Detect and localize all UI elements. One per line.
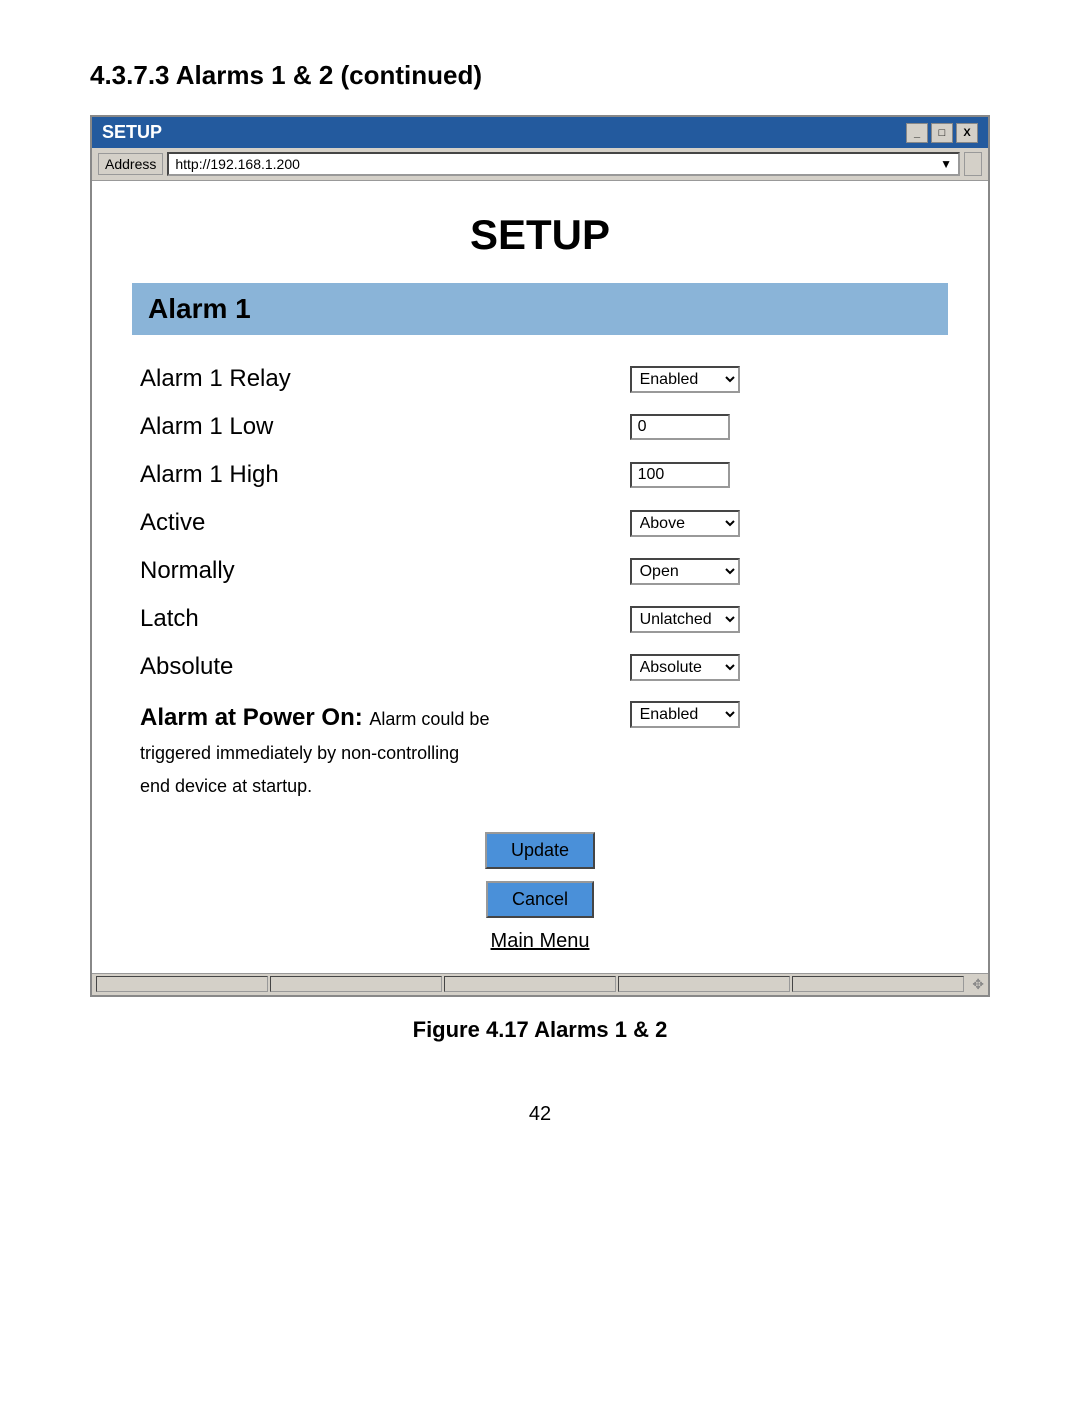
field-label: Alarm 1 Low [132,403,622,451]
titlebar-controls: _ □ X [906,123,978,143]
address-value: http://192.168.1.200 [175,156,300,172]
normally-select[interactable]: Open Closed [630,558,740,585]
cancel-button[interactable]: Cancel [486,881,594,918]
field-control [622,403,948,451]
browser-window: SETUP _ □ X Address http://192.168.1.200… [90,115,990,997]
browser-title: SETUP [102,122,162,143]
alarm-power-on-bold: Alarm at Power On: [140,704,363,731]
active-select[interactable]: Above Below [630,510,740,537]
field-label: Latch [132,595,622,643]
browser-statusbar: ✥ [92,973,988,995]
field-label: Absolute [132,643,622,691]
status-segment-2 [270,976,442,992]
close-button[interactable]: X [956,123,978,143]
field-label: Normally [132,547,622,595]
page-number: 42 [90,1103,990,1126]
field-control: Above Below [622,499,948,547]
absolute-select[interactable]: Absolute Relative [630,654,740,681]
alarm1-low-input[interactable] [630,414,730,440]
alarm1-high-input[interactable] [630,462,730,488]
page-container: 4.3.7.3 Alarms 1 & 2 (continued) SETUP _… [90,60,990,1126]
field-label: Active [132,499,622,547]
field-control [622,451,948,499]
field-label: Alarm 1 Relay [132,355,622,403]
table-row: Latch Unlatched Latched [132,595,948,643]
table-row: Absolute Absolute Relative [132,643,948,691]
status-segment-3 [444,976,616,992]
form-table: Alarm 1 Relay Enabled Disabled Alarm 1 L… [132,355,948,812]
status-segment-5 [792,976,964,992]
section-heading: 4.3.7.3 Alarms 1 & 2 (continued) [90,60,990,91]
update-button[interactable]: Update [485,832,595,869]
latch-select[interactable]: Unlatched Latched [630,606,740,633]
browser-content: SETUP Alarm 1 Alarm 1 Relay Enabled Disa… [92,181,988,973]
status-segment-1 [96,976,268,992]
alarm-power-on-label: Alarm at Power On: Alarm could betrigger… [132,691,622,812]
page-title: SETUP [132,211,948,259]
table-row: Alarm 1 Relay Enabled Disabled [132,355,948,403]
toolbar-scrollbar [964,152,982,176]
main-menu-link[interactable]: Main Menu [491,930,590,953]
maximize-button[interactable]: □ [931,123,953,143]
field-label: Alarm 1 High [132,451,622,499]
table-row: Normally Open Closed [132,547,948,595]
table-row: Alarm 1 Low [132,403,948,451]
table-row: Alarm at Power On: Alarm could betrigger… [132,691,948,812]
alarm-power-on-control: Enabled Disabled [622,691,948,812]
field-control: Absolute Relative [622,643,948,691]
field-control: Enabled Disabled [622,355,948,403]
browser-toolbar: Address http://192.168.1.200 ▼ [92,148,988,181]
table-row: Alarm 1 High [132,451,948,499]
field-control: Unlatched Latched [622,595,948,643]
alarm-power-on-select[interactable]: Enabled Disabled [630,701,740,728]
buttons-row: Update Cancel Main Menu [132,832,948,953]
address-bar[interactable]: http://192.168.1.200 ▼ [167,152,960,176]
alarm1-relay-select[interactable]: Enabled Disabled [630,366,740,393]
table-row: Active Above Below [132,499,948,547]
figure-caption: Figure 4.17 Alarms 1 & 2 [90,1017,990,1043]
minimize-button[interactable]: _ [906,123,928,143]
status-segment-4 [618,976,790,992]
address-dropdown-icon[interactable]: ▼ [940,157,952,171]
address-label: Address [98,153,163,175]
alarm-header: Alarm 1 [132,283,948,335]
resize-handle: ✥ [966,975,984,993]
field-control: Open Closed [622,547,948,595]
browser-titlebar: SETUP _ □ X [92,117,988,148]
